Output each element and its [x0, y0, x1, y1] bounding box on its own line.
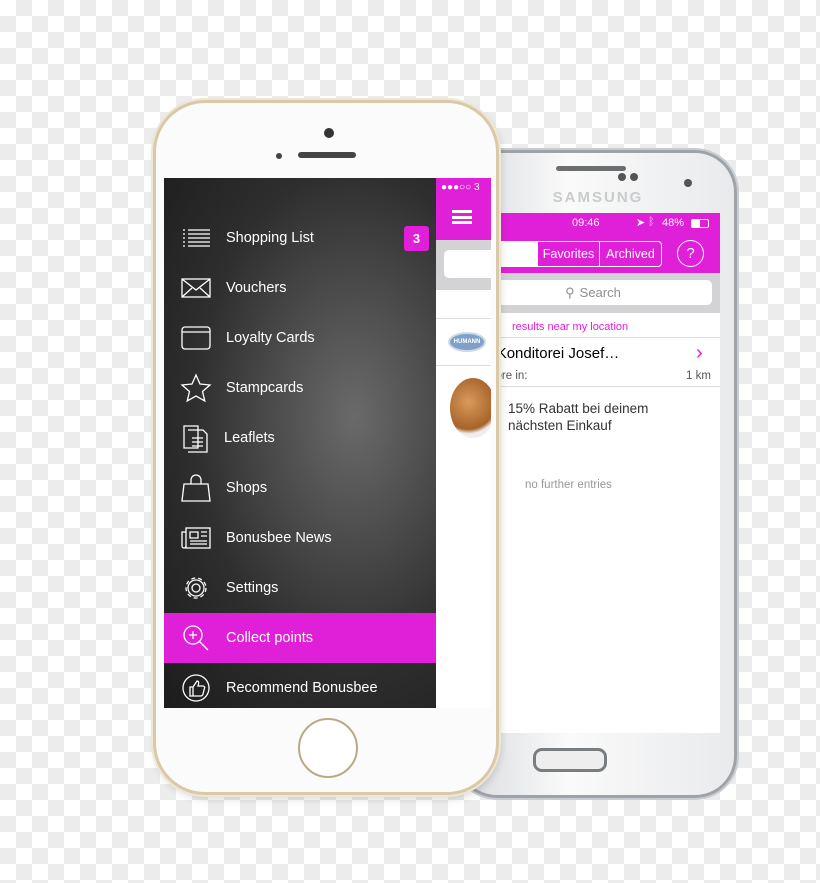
ios-screen: Shopping List 3 Vouchers Loyalty Cards S…: [164, 178, 491, 708]
chevron-right-icon: ›: [696, 342, 703, 364]
help-button[interactable]: ?: [677, 240, 704, 267]
search-input[interactable]: [444, 250, 491, 278]
document-icon: [183, 425, 208, 453]
menu-item-recommend-bonusbee[interactable]: Recommend Bonusbee: [164, 663, 436, 708]
sensor: [630, 173, 638, 181]
envelope-icon: [181, 278, 211, 298]
iphone: Shopping List 3 Vouchers Loyalty Cards S…: [153, 100, 499, 795]
star-icon: [180, 373, 212, 403]
brand-logo: SAMSUNG: [552, 189, 644, 206]
side-menu: Shopping List 3 Vouchers Loyalty Cards S…: [164, 178, 436, 708]
menu-item-collect-points[interactable]: Collect points: [164, 613, 436, 663]
menu-item-vouchers[interactable]: Vouchers: [164, 263, 436, 313]
sensor: [276, 153, 282, 159]
section-header: results near my location: [512, 321, 629, 333]
list-icon: [183, 229, 210, 247]
search-input[interactable]: ⚲ Search: [474, 280, 712, 305]
speaker: [556, 166, 626, 171]
bluetooth-icon: ᛒ: [648, 216, 655, 228]
menu-item-settings[interactable]: Settings: [164, 563, 436, 613]
empty-state: no further entries: [525, 479, 612, 491]
main-app-peek[interactable]: ●●●○○ 3 HUMANN: [436, 178, 491, 708]
battery-icon: [691, 219, 709, 228]
zoom-plus-icon: [183, 625, 209, 651]
tab-archived[interactable]: Archived: [599, 241, 662, 267]
bread-image: [450, 378, 491, 438]
status-bar: 09:46 ➤ ᛒ 48%: [470, 213, 720, 235]
offer-text[interactable]: 15% Rabatt bei deinem nächsten Einkauf: [508, 400, 648, 434]
home-button[interactable]: [298, 718, 358, 778]
store-row[interactable]: Bäckerei - Konditorei Josef… › nearest s…: [470, 337, 720, 387]
speaker: [298, 152, 356, 158]
battery-text: 48%: [662, 217, 685, 229]
search-icon: ⚲: [565, 284, 575, 300]
store-logo: HUMANN: [448, 332, 486, 352]
card-icon: [181, 326, 211, 350]
store-name: Bäckerei - Konditorei Josef…: [470, 345, 620, 362]
hamburger-menu-icon[interactable]: [452, 210, 472, 224]
search-area: [436, 240, 491, 290]
badge: 3: [404, 225, 429, 251]
clock: 09:46: [572, 217, 600, 229]
location-icon: ➤: [636, 217, 646, 229]
sensor: [618, 173, 626, 181]
app-header: ●●●○○ 3: [436, 178, 491, 240]
menu-item-stampcards[interactable]: Stampcards: [164, 363, 436, 413]
search-bar: ⚲ Search: [470, 273, 720, 313]
menu-item-bonusbee-news[interactable]: Bonusbee News: [164, 513, 436, 563]
store-logo-row[interactable]: HUMANN: [436, 318, 491, 366]
tab-bar: All Favorites Archived ?: [470, 235, 720, 273]
tab-favorites[interactable]: Favorites: [537, 241, 600, 267]
gear-icon: [185, 577, 207, 599]
home-button[interactable]: [533, 748, 607, 772]
camera: [684, 179, 692, 187]
signal-indicator: ●●●○○ 3: [441, 182, 480, 193]
distance-value: 1 km: [686, 370, 711, 382]
newspaper-icon: [181, 527, 211, 549]
shopping-bag-icon: [181, 474, 211, 502]
thumbs-up-icon: [182, 674, 210, 702]
menu-item-loyalty-cards[interactable]: Loyalty Cards: [164, 313, 436, 363]
camera: [324, 128, 334, 138]
menu-item-shops[interactable]: Shops: [164, 463, 436, 513]
android-screen: 09:46 ➤ ᛒ 48% All Favorites Archived ? ⚲…: [470, 213, 720, 733]
menu-item-shopping-list[interactable]: Shopping List 3: [164, 213, 436, 263]
menu-item-leaflets[interactable]: Leaflets: [164, 413, 436, 463]
